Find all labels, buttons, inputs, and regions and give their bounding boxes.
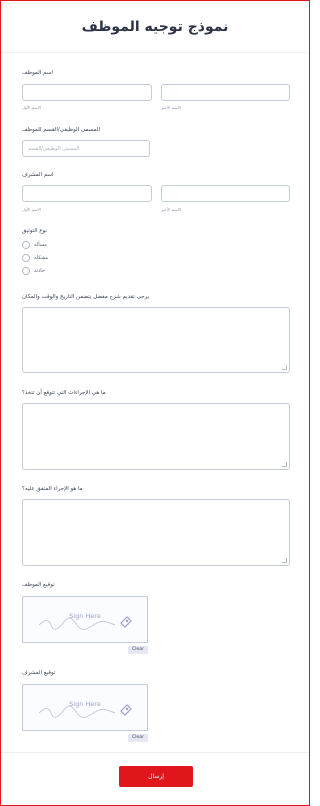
agreed-action-textarea[interactable] (22, 499, 290, 566)
radio-option-label: مشكلة (34, 255, 49, 261)
resize-handle-icon[interactable] (282, 365, 287, 370)
clear-employee-signature-button[interactable]: Clear (128, 646, 148, 654)
signature-placeholder: Sign Here (69, 700, 101, 708)
employee-last-name-input[interactable] (161, 84, 290, 101)
radio-option-label: حادثة (34, 268, 45, 274)
radio-option-label: مسألة (34, 242, 47, 248)
supervisor-signature-label: توقيع المشرف (22, 670, 56, 676)
supervisor-first-name-sublabel: الاسم الأول (22, 207, 41, 212)
footer-divider (1, 752, 309, 753)
expected-actions-textarea[interactable] (22, 403, 290, 470)
job-title-input[interactable]: المسمى الوظيفي/القسم (22, 140, 150, 157)
radio-circle-icon (22, 254, 30, 262)
radio-option-problem[interactable]: مشكلة (22, 254, 48, 262)
employee-first-name-input[interactable] (22, 84, 152, 101)
radio-circle-icon (22, 241, 30, 249)
employee-last-name-sublabel: الاسم الأخير (161, 105, 181, 110)
radio-circle-icon (22, 267, 30, 275)
doc-type-label: نوع التوثيق (22, 228, 47, 234)
form-header: نموذج توجيه الموظف (1, 1, 309, 53)
supervisor-first-name-input[interactable] (22, 185, 152, 202)
job-title-label: المسمى الوظيفي/القسم للموظف (22, 127, 100, 133)
supervisor-last-name-input[interactable] (161, 185, 290, 202)
clear-supervisor-signature-button[interactable]: Clear (128, 734, 148, 742)
description-label: يرجى تقديم شرح مفصل يتضمن التاريخ والوقت… (22, 294, 150, 300)
employee-name-label: اسم الموظف (22, 70, 53, 76)
employee-signature-pad[interactable]: Sign Here (22, 596, 148, 643)
job-title-placeholder: المسمى الوظيفي/القسم (28, 146, 80, 152)
radio-option-incident[interactable]: حادثة (22, 267, 45, 275)
resize-handle-icon[interactable] (282, 558, 287, 563)
employee-first-name-sublabel: الاسم الأول (22, 105, 41, 110)
supervisor-signature-pad[interactable]: Sign Here (22, 684, 148, 731)
submit-button[interactable]: إرسال (119, 766, 193, 787)
agreed-action-label: ما هو الإجراء المتفق عليه؟ (22, 486, 83, 492)
employee-signature-label: توقيع الموظف (22, 582, 55, 588)
description-textarea[interactable] (22, 307, 290, 373)
supervisor-name-label: اسم المشرف (22, 172, 54, 178)
resize-handle-icon[interactable] (282, 462, 287, 467)
radio-option-issue[interactable]: مسألة (22, 241, 47, 249)
expected-actions-label: ما هي الإجراءات التي تتوقع أن تتخذ؟ (22, 390, 106, 396)
signature-placeholder: Sign Here (69, 612, 101, 620)
supervisor-last-name-sublabel: الاسم الأخير (161, 207, 181, 212)
form-title: نموذج توجيه الموظف (81, 19, 229, 35)
